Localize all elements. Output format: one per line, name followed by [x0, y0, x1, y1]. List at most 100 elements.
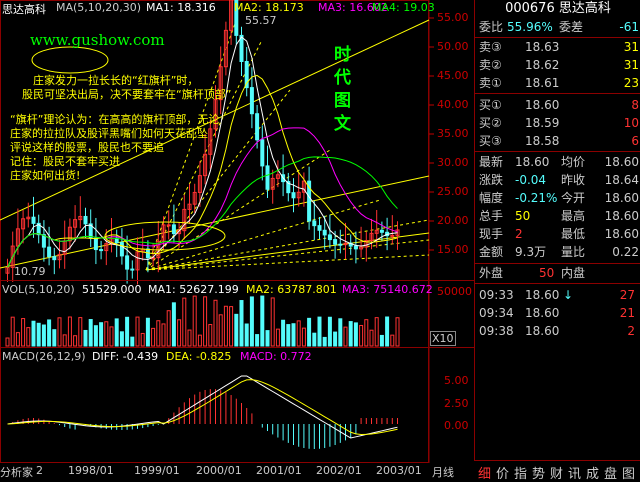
tab-2[interactable]: 指 — [514, 463, 527, 482]
stock-name-sidebar: 思达高科 — [558, 1, 611, 16]
watermark-char: 文 — [334, 114, 351, 134]
quote-row: 09:38 18.60 2 — [479, 322, 639, 340]
vol-ma1: MA1: 52627.199 — [148, 283, 239, 296]
ma2-value: MA2: 18.173 — [234, 1, 304, 14]
candle-body — [41, 234, 46, 248]
candle-body — [166, 224, 171, 227]
candle-body — [171, 224, 176, 235]
tab-5[interactable]: 讯 — [568, 463, 581, 482]
macd-bars — [12, 389, 398, 449]
volume-bar — [333, 331, 338, 347]
quote-row: 09:34 18.60 21 — [479, 304, 639, 322]
stat-label: 金额 — [479, 245, 504, 259]
analyst-num: 2 — [36, 464, 43, 477]
stat-label: 涨跌 — [479, 173, 504, 187]
macd-dea: DEA: -0.825 — [166, 350, 232, 363]
watermark-char: 时 — [334, 45, 351, 65]
tab-4[interactable]: 财 — [550, 463, 563, 482]
quote-row: 09:33 18.60 ↓ 27 — [479, 286, 639, 304]
sell-volume: 23 — [623, 76, 639, 90]
tick-volume: 21 — [619, 306, 635, 320]
sidebar-tabbar: 细价指势财讯成盘图 — [474, 460, 640, 482]
sell-label: 卖① — [479, 76, 502, 90]
volume-bar — [78, 317, 83, 347]
volume-bar — [83, 329, 88, 347]
tab-3[interactable]: 势 — [532, 463, 545, 482]
ma-label: MA(5,10,20,30) — [56, 1, 142, 14]
volume-bar — [249, 296, 254, 347]
stock-code: 000676 — [505, 1, 555, 16]
volume-bar — [36, 322, 41, 347]
price-axis-label: 35.00 — [437, 127, 469, 140]
sell-label: 卖③ — [479, 40, 502, 54]
volume-bar — [343, 326, 348, 347]
stat-value: 18.64 — [604, 173, 639, 187]
buy-price: 18.59 — [525, 116, 560, 130]
sell-volume: 31 — [623, 40, 639, 54]
tab-1[interactable]: 价 — [496, 463, 509, 482]
volume-bar — [109, 326, 114, 347]
volume-bar — [26, 327, 31, 347]
volume-bar — [135, 316, 140, 347]
tab-6[interactable]: 成 — [586, 463, 599, 482]
quote-row: 买③ 18.58 6 — [479, 132, 639, 150]
candle-body — [125, 255, 130, 270]
quote-row: 卖② 18.62 31 — [479, 56, 639, 74]
stat-value: 18.60 — [604, 209, 639, 223]
volume-bar — [270, 297, 275, 347]
annotation-ellipse — [31, 46, 109, 74]
tab-7[interactable]: 盘 — [604, 463, 617, 482]
volume-bars — [5, 295, 400, 347]
volume-bar — [99, 322, 104, 347]
price-axis-label: 50.00 — [437, 40, 469, 53]
candle-body — [317, 225, 322, 231]
volume-bar — [338, 318, 343, 347]
channel-line — [145, 232, 430, 271]
volume-bar — [177, 319, 182, 347]
candle-body — [99, 249, 104, 252]
ma1-value: MA1: 18.316 — [146, 1, 216, 14]
outer-value: 50 — [539, 266, 555, 280]
stat-label: 总手 — [479, 209, 504, 223]
volume-bar — [291, 323, 296, 347]
annotation-text: 股民可坚决出局，决不要套牢在“旗杆顶部” — [22, 88, 232, 101]
tab-0[interactable]: 细 — [478, 463, 491, 482]
price-axis-label: 25.00 — [437, 185, 469, 198]
annotation-text: 庄家如何出货! — [10, 169, 81, 182]
macd-diff-line — [7, 375, 398, 439]
sell-price: 18.63 — [525, 40, 560, 54]
quote-row: 买② 18.59 10 — [479, 114, 639, 132]
quote-row: 金额 9.3万 量比 0.22 — [479, 243, 639, 261]
volume-bar — [281, 319, 286, 347]
fan-line — [145, 239, 430, 271]
volume-bar — [307, 317, 312, 347]
volume-bar — [265, 330, 270, 347]
tab-8[interactable]: 图 — [622, 463, 635, 482]
stat-value: 18.60 — [604, 227, 639, 241]
volume-bar — [359, 324, 364, 347]
candle-body — [291, 192, 296, 199]
vol-ma2: MA2: 63787.801 — [246, 283, 337, 296]
candle-body — [31, 216, 36, 224]
macd-label: MACD(26,12,9) — [2, 350, 86, 363]
volume-bar — [125, 316, 130, 347]
volume-bar — [213, 299, 218, 347]
volume-bar — [379, 334, 384, 347]
buy-volume: 10 — [623, 116, 639, 130]
period-label[interactable]: 月线 — [432, 464, 454, 480]
quote-row: 幅度 -0.21% 今开 18.60 — [479, 189, 639, 207]
volume-bar — [130, 336, 135, 347]
outer-label: 外盘 — [479, 266, 504, 280]
volume-bar — [255, 334, 260, 347]
volume-bar — [73, 335, 78, 347]
macd-axis-label: 2.50 — [444, 397, 469, 410]
ma4-value: MA4: 19.03 — [372, 1, 435, 14]
volume-bar — [223, 305, 228, 347]
volume-bar — [119, 331, 124, 347]
volume-bar — [395, 317, 400, 347]
stat-value: 50 — [515, 209, 531, 223]
macd-axis-label: 0.00 — [444, 419, 469, 432]
volume-bar — [47, 319, 52, 347]
volume-bar — [317, 316, 322, 347]
macd-value: MACD: 0.772 — [240, 350, 312, 363]
